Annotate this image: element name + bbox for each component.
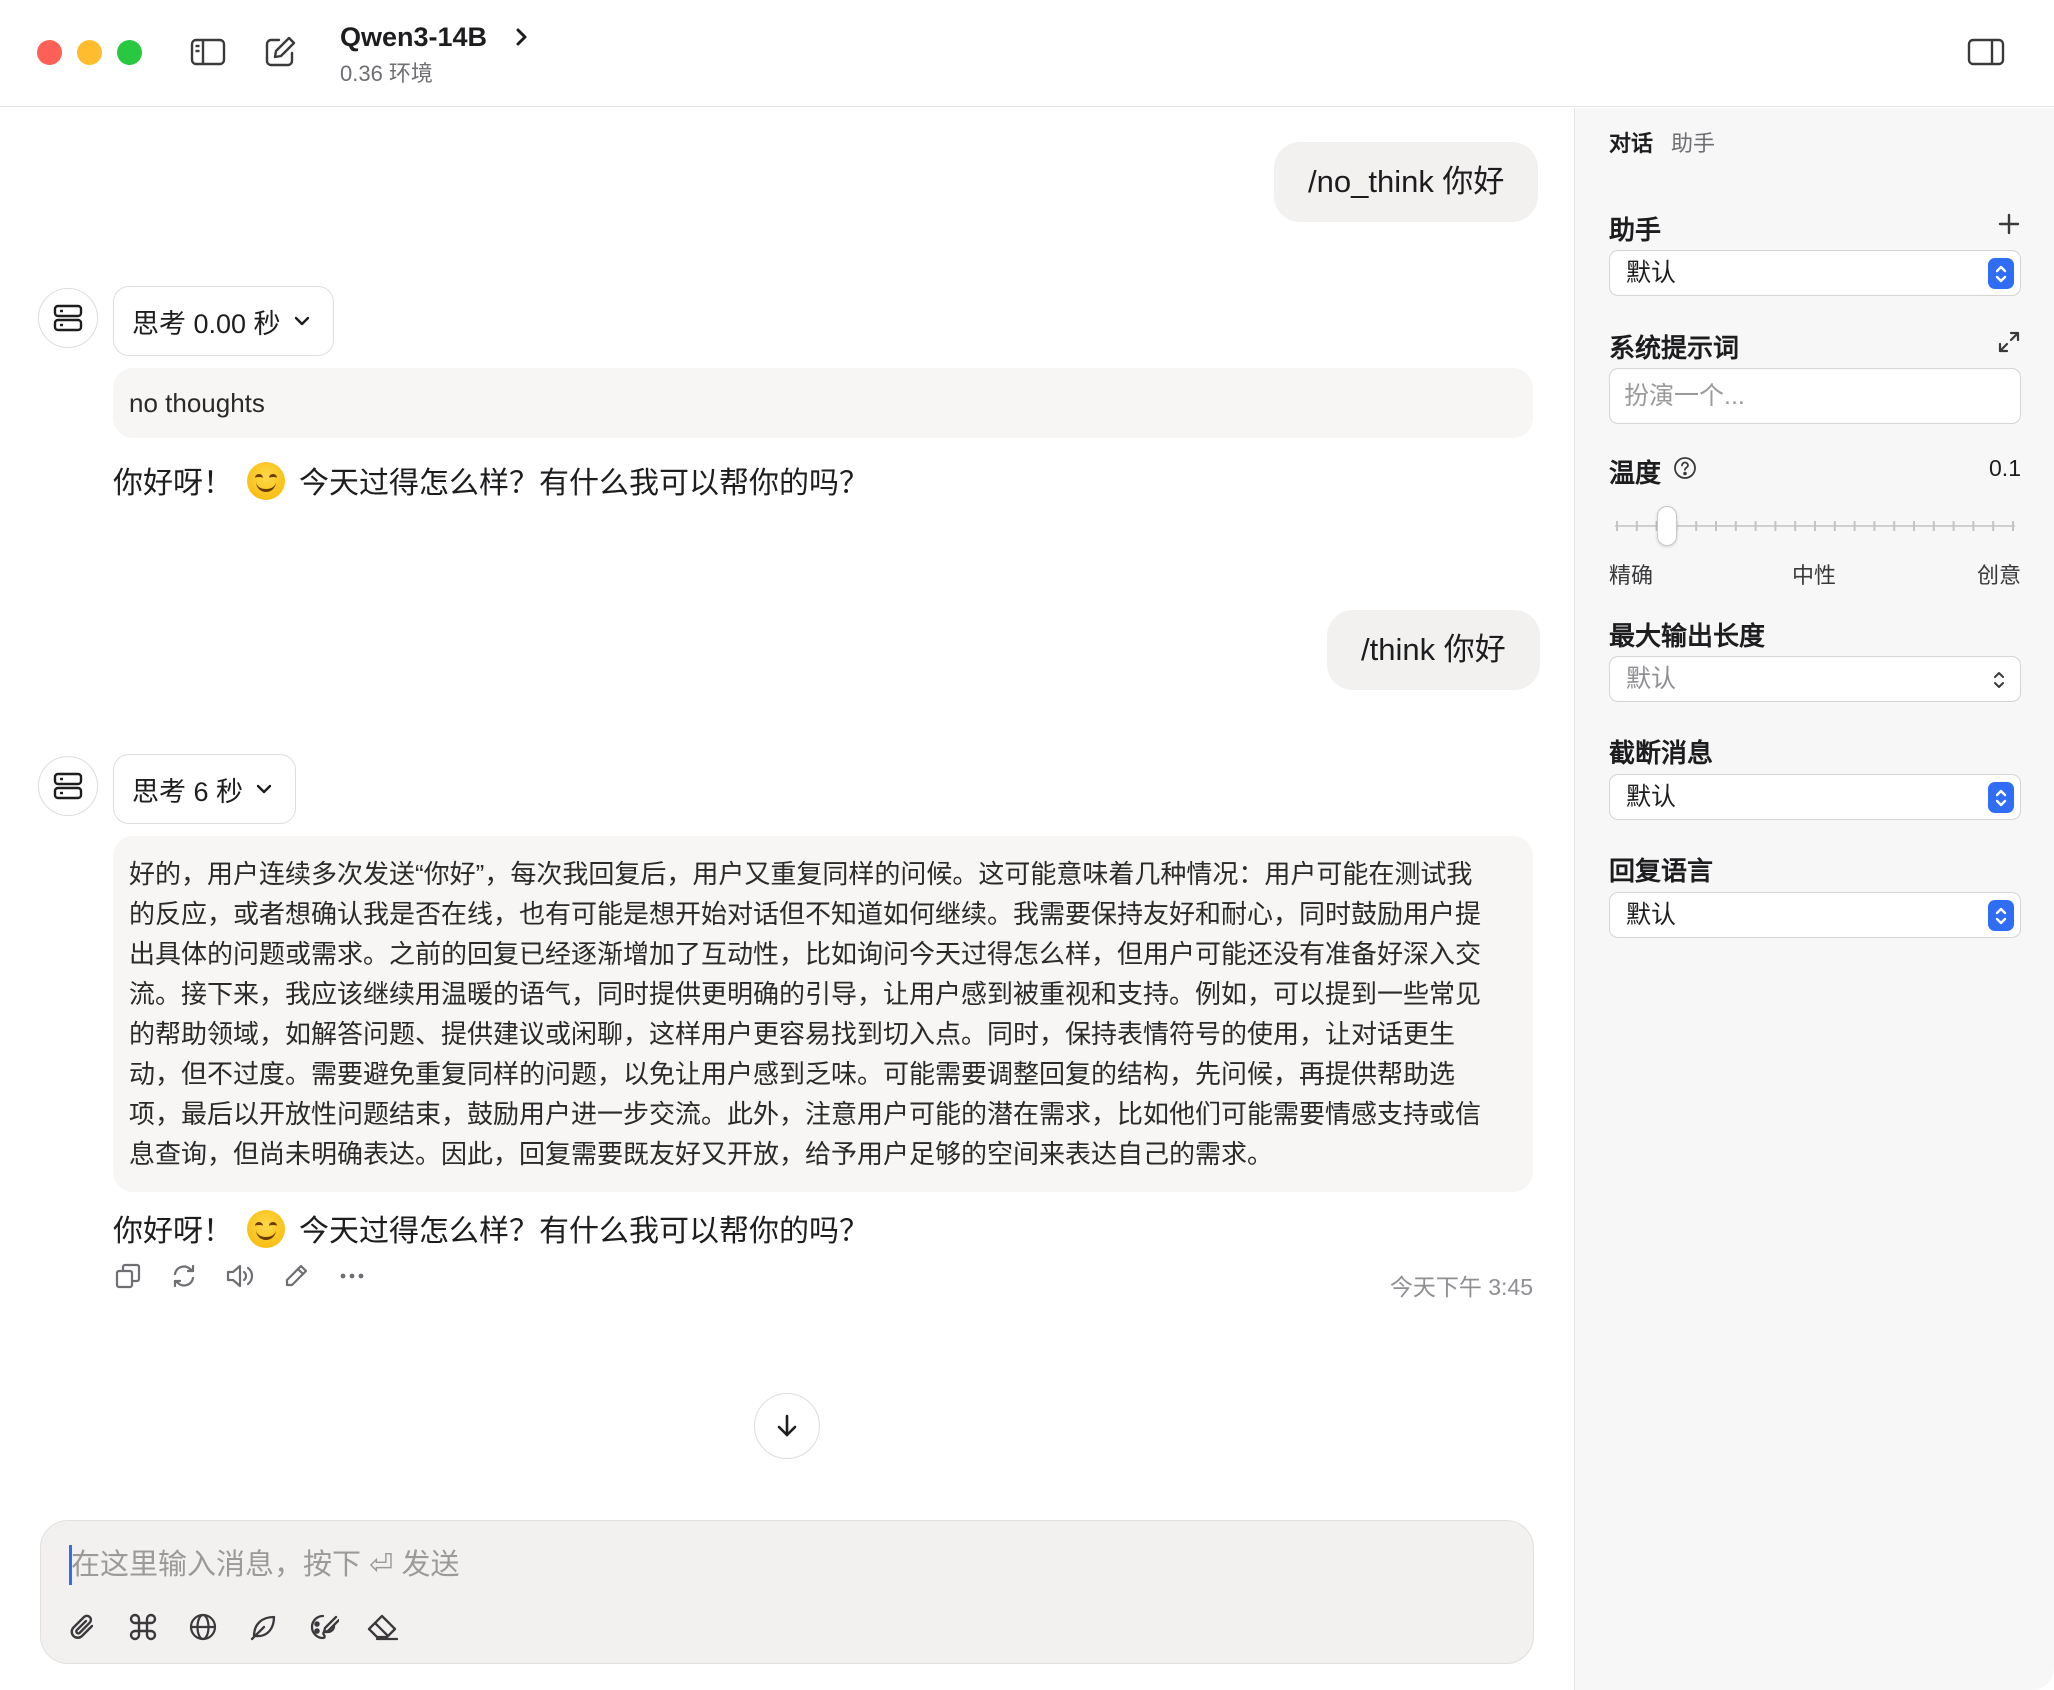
globe-icon[interactable] [185,1609,221,1645]
model-name[interactable]: Qwen3-14B [340,22,487,53]
app-window: Qwen3-14B 0.36 环境 /no_think 你好 思考 0.00 秒… [0,0,2054,1690]
leaf-icon[interactable] [245,1609,281,1645]
truncate-label: 截断消息 [1609,738,1714,768]
temperature-label: 温度 [1609,458,1662,488]
select-stepper-icon [1988,782,2014,813]
reply-language-value: 默认 [1626,901,1677,929]
input-placeholder-suffix: 发送 [401,1549,460,1581]
answer-question: 今天过得怎么样？有什么我可以帮你的吗？ [299,1215,869,1248]
message-actions [110,1258,370,1294]
command-key-icon[interactable] [125,1609,161,1645]
assistant-answer: 你好呀！ 今天过得怎么样？有什么我可以帮你的吗？ [113,458,869,502]
expand-icon[interactable] [1997,330,2021,354]
user-message-bubble: /no_think 你好 [1274,142,1539,222]
server-icon [53,304,83,332]
minimize-window-button[interactable] [77,40,102,65]
assistant-select-value: 默认 [1626,259,1677,287]
message-input[interactable]: 在这里输入消息，按下 ⏎ 发送 [71,1543,1271,1587]
chevron-down-icon [256,784,272,794]
chevron-right-icon[interactable] [510,22,534,52]
answer-greeting: 你好呀！ [113,467,233,500]
add-assistant-plus-icon[interactable] [1997,212,2021,236]
assistant-label: 助手 [1609,215,1662,245]
return-key-icon: ⏎ [369,1549,394,1581]
tab-assistant[interactable]: 助手 [1671,126,1715,158]
input-placeholder-prefix: 在这里输入消息，按下 [71,1549,362,1581]
assistant-answer: 你好呀！ 今天过得怎么样？有什么我可以帮你的吗？ [113,1206,869,1250]
truncate-select[interactable]: 默认 [1609,774,2021,820]
server-icon [53,772,83,800]
toggle-sidebar-icon[interactable] [188,33,228,71]
truncate-select-value: 默认 [1626,783,1677,811]
paperclip-icon[interactable] [65,1609,101,1645]
edit-pencil-icon[interactable] [278,1258,314,1294]
system-prompt-label: 系统提示词 [1609,333,1740,363]
panel-tabs: 对话 助手 [1609,126,1715,158]
thinking-content: 好的，用户连续多次发送“你好”，每次我回复后，用户又重复同样的问候。这可能意味着… [113,836,1533,1192]
help-question-icon[interactable] [1673,456,1697,480]
max-output-input[interactable]: 默认 [1609,656,2021,702]
chevron-down-icon [294,316,309,326]
thinking-toggle-button[interactable]: 思考 0.00 秒 [113,286,334,356]
temperature-mid-label: 中性 [1792,563,1837,588]
arrow-down-icon [777,1414,797,1437]
copy-icon[interactable] [110,1258,146,1294]
system-prompt-input[interactable]: 扮演一个... [1609,368,2021,424]
user-message-text: /think 你好 [1361,632,1506,667]
message-timestamp: 今天下午 3:45 [1389,1274,1533,1300]
model-subtitle: 0.36 环境 [340,61,433,86]
tab-conversation[interactable]: 对话 [1609,126,1653,158]
user-message-bubble: /think 你好 [1327,610,1540,690]
answer-greeting: 你好呀！ [113,1215,233,1248]
temperature-slider[interactable] [1615,506,2015,546]
close-window-button[interactable] [37,40,62,65]
toggle-inspector-icon[interactable] [1966,33,2006,71]
palette-brush-icon[interactable] [305,1609,341,1645]
assistant-avatar [38,756,98,816]
settings-panel: 对话 助手 助手 默认 系统提示词 扮演一个... 温度 0.1 精确 中性 创… [1574,108,2054,1690]
thinking-toggle-button[interactable]: 思考 6 秒 [113,754,297,824]
regenerate-icon[interactable] [166,1258,202,1294]
scroll-to-bottom-button[interactable] [754,1393,820,1459]
message-composer[interactable]: 在这里输入消息，按下 ⏎ 发送 [40,1520,1534,1664]
zoom-window-button[interactable] [117,40,142,65]
temperature-max-label: 创意 [1976,563,2021,588]
eraser-icon[interactable] [365,1609,401,1645]
title-bar: Qwen3-14B 0.36 环境 [0,0,2054,107]
assistant-select[interactable]: 默认 [1609,250,2021,296]
reply-language-select[interactable]: 默认 [1609,892,2021,938]
new-chat-icon[interactable] [260,33,300,71]
temperature-value: 0.1 [1989,455,2021,481]
assistant-avatar [38,288,98,348]
smiling-face-emoji-icon [247,1210,285,1248]
slider-thumb[interactable] [1656,506,1677,546]
thinking-content: no thoughts [113,368,1533,438]
chat-area: /no_think 你好 思考 0.00 秒 no thoughts 你好呀！ 今… [0,108,1574,1690]
composer-toolbar [65,1609,401,1645]
smiling-face-emoji-icon [247,462,285,500]
answer-question: 今天过得怎么样？有什么我可以帮你的吗？ [299,467,869,500]
max-output-label: 最大输出长度 [1609,621,1766,651]
reply-language-label: 回复语言 [1609,856,1714,886]
select-stepper-icon [1988,258,2014,289]
number-stepper-icon[interactable] [1988,664,2010,695]
temperature-min-label: 精确 [1609,563,1654,588]
thinking-duration-label: 思考 6 秒 [132,776,244,807]
max-output-value: 默认 [1626,665,1677,693]
thinking-duration-label: 思考 0.00 秒 [132,308,281,339]
more-options-icon[interactable] [334,1258,370,1294]
user-message-text: /no_think 你好 [1308,164,1505,199]
speaker-icon[interactable] [222,1258,258,1294]
select-stepper-icon [1988,900,2014,931]
